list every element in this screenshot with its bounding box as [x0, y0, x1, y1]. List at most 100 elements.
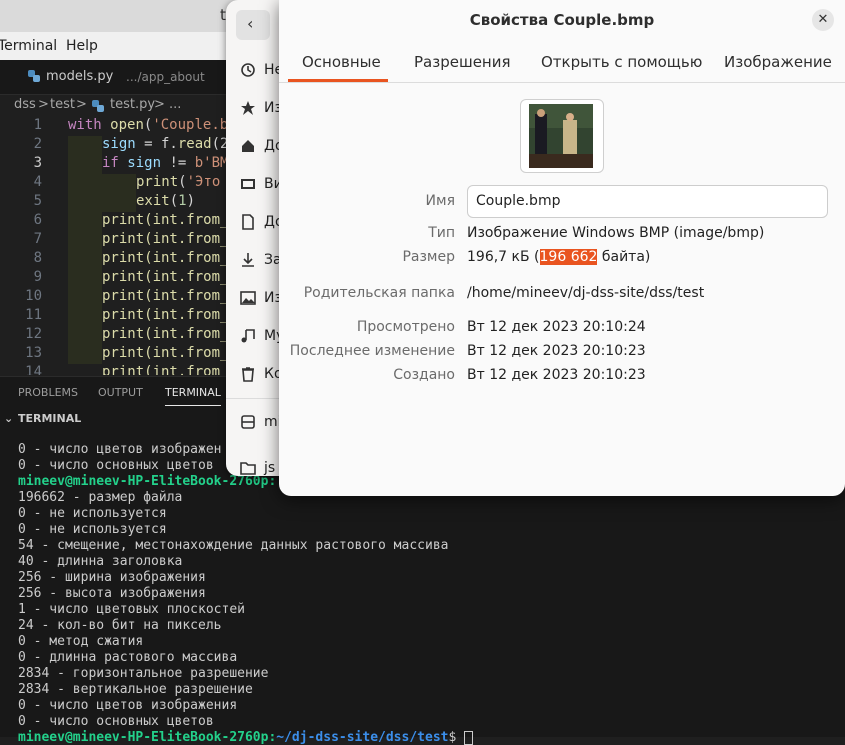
terminal-line: 24 - кол-во бит на пиксель	[18, 618, 222, 633]
terminal-line: 0 - не используется	[18, 522, 167, 537]
breadcrumb-sep: >	[38, 97, 49, 112]
recent-icon	[241, 63, 255, 77]
star-icon	[241, 101, 255, 115]
label-accessed: Просмотрено	[356, 319, 455, 335]
code-token: )	[186, 193, 196, 209]
download-icon	[242, 253, 254, 267]
tab-output[interactable]: OUTPUT	[98, 386, 143, 399]
value-parent-folder[interactable]: /home/mineev/dj-dss-site/dss/test	[467, 285, 704, 301]
terminal-line: 0 - не используется	[18, 506, 167, 521]
prompt-suffix: $	[448, 730, 465, 745]
image-thumbnail	[529, 104, 593, 168]
terminal-line: 0 - число основных цветов	[18, 714, 214, 729]
line-number: 7	[33, 231, 42, 247]
active-tab-indicator	[288, 79, 388, 82]
music-icon	[241, 329, 255, 343]
tab-basic[interactable]: Основные	[302, 53, 381, 71]
terminal-line: 0 - число цветов изображения	[18, 698, 238, 713]
name-field[interactable]	[467, 185, 828, 218]
terminal-prompt: mineev@mineev-HP-EliteBook-2760p:~/dj-ds…	[18, 730, 474, 745]
tab-open-with[interactable]: Открыть с помощью	[541, 53, 702, 71]
code-token: (	[178, 174, 187, 190]
terminal-line: 256 - высота изображения	[18, 586, 206, 601]
drive-icon	[241, 415, 255, 429]
code-token: b'BM	[194, 155, 229, 171]
folder-icon	[240, 462, 256, 475]
size-bytes-selected[interactable]: 196 662	[539, 249, 598, 265]
properties-dialog: Свойства Couple.bmp ✕ Основные Разрешени…	[279, 0, 845, 496]
tab-terminal[interactable]: TERMINAL	[165, 386, 221, 406]
line-number: 11	[25, 307, 42, 323]
breadcrumb-test[interactable]: test	[50, 97, 75, 112]
line-number: 9	[33, 269, 42, 285]
tab-problems[interactable]: PROBLEMS	[18, 386, 78, 399]
home-icon	[242, 140, 254, 152]
divider	[226, 398, 286, 399]
terminal-line: 40 - длинна заголовка	[18, 554, 183, 569]
files-window: ‹ Не Из До Ви До За Из Му Ко mi js	[226, 0, 286, 476]
document-icon	[242, 214, 254, 230]
size-suffix: байта)	[597, 249, 651, 265]
label-size: Размер	[402, 249, 455, 265]
code-token: 'Это	[186, 174, 221, 190]
line-number: 13	[25, 345, 42, 361]
code-token: 'Couple.b	[152, 117, 229, 133]
terminal-line: 0 - длинна растового массива	[18, 650, 238, 665]
chevron-left-icon: ‹	[247, 14, 254, 33]
code-token: = f.	[135, 136, 178, 152]
code-token: print(int.from_	[102, 250, 229, 266]
line-number: 8	[33, 250, 42, 266]
menu-terminal[interactable]: Terminal	[0, 38, 57, 54]
value-accessed: Вт 12 дек 2023 20:10:24	[467, 319, 646, 335]
prompt-path: ~/dj-dss-site/dss/test	[276, 730, 449, 745]
dialog-title: Свойства Couple.bmp	[469, 11, 655, 29]
sidebar-item-label: js	[264, 460, 276, 476]
code-token: if	[102, 155, 128, 171]
value-created: Вт 12 дек 2023 20:10:23	[467, 367, 646, 383]
code-token: print(int.from_	[102, 288, 229, 304]
code-token: print(int.from_	[102, 307, 229, 323]
python-file-icon	[92, 100, 104, 112]
dialog-tabs: Основные Разрешения Открыть с помощью Из…	[279, 42, 845, 83]
code-token: exit	[136, 193, 170, 209]
video-icon	[241, 179, 255, 189]
close-icon: ✕	[817, 12, 829, 27]
line-number: 3	[33, 155, 42, 171]
cursor-icon	[464, 730, 474, 745]
trash-icon	[242, 367, 254, 382]
terminal-line: 256 - ширина изображения	[18, 570, 206, 585]
label-created: Создано	[393, 367, 455, 383]
label-modified: Последнее изменение	[289, 343, 455, 359]
code-token: read	[177, 136, 212, 152]
line-number: 14	[25, 364, 42, 375]
photo-preview-icon	[529, 104, 593, 168]
terminal-line: 0 - число цветов изображен	[18, 442, 222, 457]
breadcrumb-more[interactable]: > ...	[154, 97, 181, 112]
line-number: 4	[33, 174, 42, 190]
tab-image[interactable]: Изображение	[724, 53, 832, 71]
python-file-icon	[28, 70, 40, 82]
code-token: 1	[178, 193, 187, 209]
terminal-title: TERMINAL	[18, 412, 82, 425]
name-input[interactable]	[476, 193, 816, 209]
close-button[interactable]: ✕	[812, 9, 834, 31]
code-token: open	[110, 117, 144, 133]
tab-models-py[interactable]: models.py .../app_about	[14, 60, 224, 94]
breadcrumb-file[interactable]: test.py	[110, 97, 155, 112]
back-button[interactable]: ‹	[236, 10, 270, 40]
size-prefix: 196,7 кБ (	[467, 249, 540, 265]
terminal-line: 196662 - размер файла	[18, 490, 183, 505]
chevron-down-icon[interactable]: ⌄	[4, 412, 13, 425]
line-number: 1	[33, 117, 42, 133]
code-token: with	[68, 117, 111, 133]
prompt-user: mineev@mineev-HP-EliteBook-2760p:	[18, 730, 277, 745]
file-thumbnail	[520, 99, 604, 173]
tab-permissions[interactable]: Разрешения	[414, 53, 511, 71]
line-number: 6	[33, 212, 42, 228]
window-title: t	[220, 6, 226, 24]
label-name: Имя	[425, 193, 455, 209]
breadcrumb-dss[interactable]: dss	[14, 97, 36, 112]
code-token: print(int.from_	[102, 269, 229, 285]
code-token: (	[169, 193, 179, 209]
menu-help[interactable]: Help	[66, 38, 98, 54]
